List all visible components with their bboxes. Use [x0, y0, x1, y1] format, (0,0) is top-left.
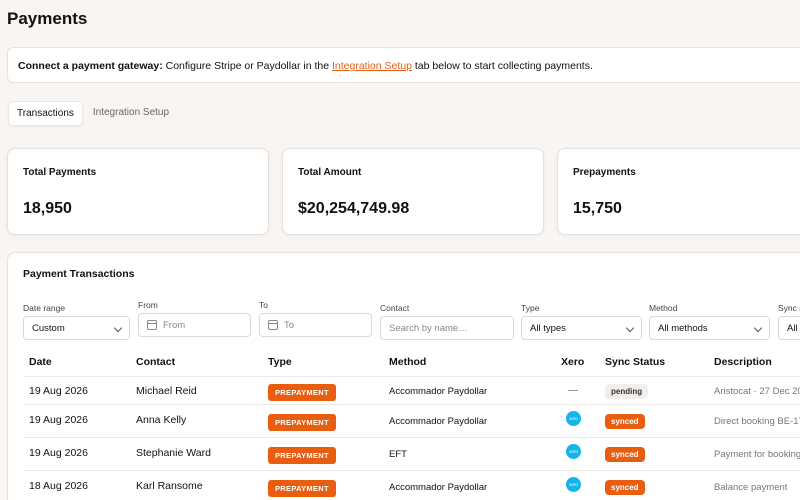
- method-select[interactable]: All methods: [649, 316, 770, 340]
- tab-transactions[interactable]: Transactions: [8, 101, 83, 126]
- method-label: Method: [649, 303, 678, 313]
- banner-text: Configure Stripe or Paydollar in the: [162, 60, 332, 72]
- chevron-down-icon: [625, 323, 635, 333]
- to-label: To: [259, 300, 268, 310]
- sync-status-badge: synced: [605, 447, 645, 462]
- type-badge: PREPAYMENT: [268, 414, 336, 431]
- payment-transactions-card: Payment Transactions Date range Custom F…: [7, 252, 800, 500]
- calendar-icon: [147, 320, 157, 330]
- stat-label: Total Amount: [298, 167, 362, 178]
- column-header-description[interactable]: Description: [714, 356, 772, 368]
- column-header-sync-status[interactable]: Sync Status: [605, 356, 665, 368]
- from-placeholder: From: [163, 319, 186, 331]
- column-header-type[interactable]: Type: [268, 356, 292, 368]
- type-value: All types: [530, 322, 566, 334]
- date-range-label: Date range: [23, 303, 66, 313]
- table-row[interactable]: 19 Aug 2026 Stephanie Ward PREPAYMENT EF…: [23, 437, 800, 470]
- column-header-xero[interactable]: Xero: [561, 356, 584, 368]
- method-cell: Accommador Paydollar: [389, 386, 488, 397]
- stat-label: Total Payments: [23, 167, 97, 178]
- date-cell: 19 Aug 2026: [29, 385, 88, 397]
- sync-status-badge: pending: [605, 384, 649, 399]
- gateway-banner: Connect a payment gateway: Configure Str…: [7, 47, 800, 83]
- contact-cell: Stephanie Ward: [136, 447, 211, 459]
- description-cell: Aristocat · 27 Dec 20: [714, 386, 800, 397]
- calendar-icon: [268, 320, 278, 330]
- type-select[interactable]: All types: [521, 316, 642, 340]
- contact-search-input[interactable]: Search by name…: [380, 316, 514, 340]
- description-cell: Payment for booking: [714, 449, 800, 460]
- date-cell: 19 Aug 2026: [29, 414, 88, 426]
- method-cell: Accommador Paydollar: [389, 482, 488, 493]
- sync-status-badge: synced: [605, 414, 645, 429]
- date-range-select[interactable]: Custom: [23, 316, 130, 340]
- chevron-down-icon: [113, 323, 123, 333]
- contact-cell: Karl Ransome: [136, 480, 203, 492]
- from-label: From: [138, 300, 158, 310]
- chevron-down-icon: [753, 323, 763, 333]
- xero-icon[interactable]: xero: [566, 411, 581, 426]
- stat-card-prepayments: Prepayments 15,750: [557, 148, 800, 235]
- to-date-input[interactable]: To: [259, 313, 372, 337]
- sync-status-badge: synced: [605, 480, 645, 495]
- date-cell: 18 Aug 2026: [29, 480, 88, 492]
- type-badge: PREPAYMENT: [268, 447, 336, 464]
- banner-heading: Connect a payment gateway:: [18, 60, 163, 72]
- table-row[interactable]: 19 Aug 2026 Michael Reid PREPAYMENT Acco…: [23, 376, 800, 404]
- method-cell: EFT: [389, 449, 407, 460]
- description-cell: Direct booking BE-17: [714, 416, 800, 427]
- stat-card-total-amount: Total Amount $20,254,749.98: [282, 148, 544, 235]
- contact-cell: Anna Kelly: [136, 414, 187, 426]
- method-value: All methods: [658, 322, 708, 334]
- xero-not-synced: —: [568, 385, 578, 396]
- type-label: Type: [521, 303, 540, 313]
- page-title: Payments: [7, 9, 88, 28]
- date-cell: 19 Aug 2026: [29, 447, 88, 459]
- sync-status-label: Sync s: [778, 303, 800, 313]
- column-header-contact[interactable]: Contact: [136, 356, 175, 368]
- method-cell: Accommador Paydollar: [389, 416, 488, 427]
- table-row[interactable]: 19 Aug 2026 Anna Kelly PREPAYMENT Accomm…: [23, 404, 800, 437]
- column-header-date[interactable]: Date: [29, 356, 52, 368]
- from-date-input[interactable]: From: [138, 313, 251, 337]
- to-placeholder: To: [284, 319, 295, 331]
- date-range-value: Custom: [32, 322, 65, 334]
- column-header-method[interactable]: Method: [389, 356, 426, 368]
- stat-label: Prepayments: [573, 167, 636, 178]
- tab-integration-setup[interactable]: Integration Setup: [85, 101, 177, 126]
- sync-status-value: All s: [787, 322, 800, 334]
- stat-value: $20,254,749.98: [298, 200, 410, 217]
- tab-bar: Transactions Integration Setup: [8, 101, 177, 126]
- xero-icon[interactable]: xero: [566, 444, 581, 459]
- stat-value: 15,750: [573, 200, 622, 217]
- type-badge: PREPAYMENT: [268, 384, 336, 401]
- contact-label: Contact: [380, 303, 410, 313]
- stat-card-total-payments: Total Payments 18,950: [7, 148, 269, 235]
- banner-text-end: tab below to start collecting payments.: [411, 60, 593, 72]
- xero-icon[interactable]: xero: [566, 477, 581, 492]
- contact-placeholder: Search by name…: [389, 322, 468, 334]
- table-row[interactable]: 18 Aug 2026 Karl Ransome PREPAYMENT Acco…: [23, 470, 800, 500]
- integration-setup-link[interactable]: Integration Setup: [332, 60, 412, 72]
- section-title: Payment Transactions: [23, 268, 135, 280]
- stat-value: 18,950: [23, 200, 72, 217]
- type-badge: PREPAYMENT: [268, 480, 336, 497]
- contact-cell: Michael Reid: [136, 385, 197, 397]
- sync-status-select[interactable]: All s: [778, 316, 800, 340]
- description-cell: Balance payment: [714, 482, 788, 493]
